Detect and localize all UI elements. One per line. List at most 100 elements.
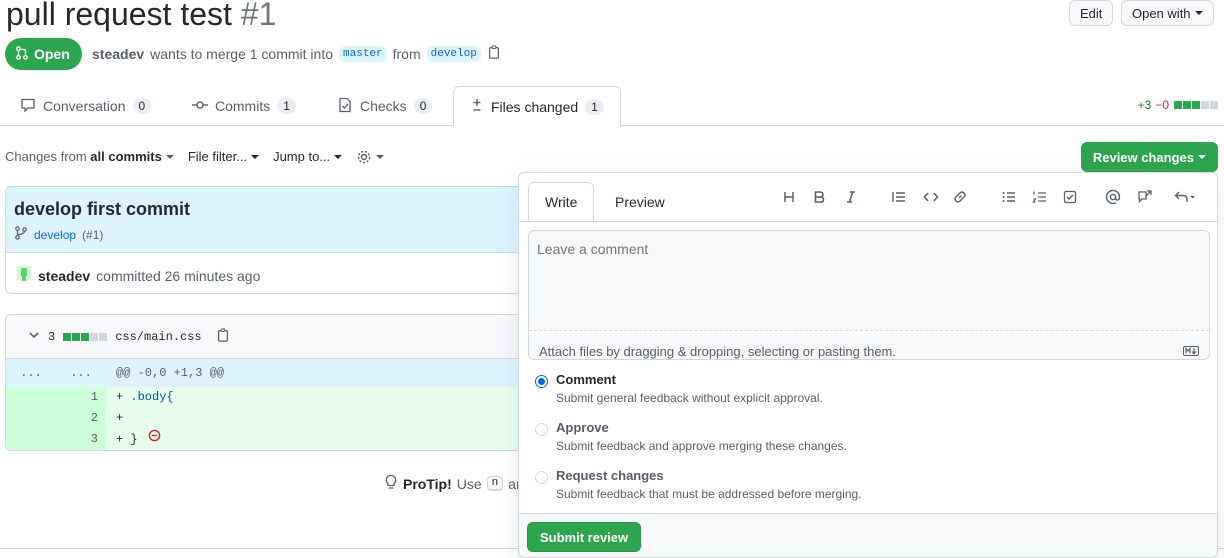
head-branch[interactable]: develop: [426, 45, 481, 62]
review-changes-label: Review changes: [1092, 149, 1194, 165]
heading-icon[interactable]: [777, 185, 801, 209]
chevron-down-icon: [1194, 11, 1203, 15]
chevron-down-icon[interactable]: [28, 329, 40, 344]
diffstat-bar: [1173, 98, 1218, 112]
new-line-number[interactable]: 1: [56, 387, 106, 408]
file-filter-label: File filter...: [187, 148, 248, 164]
commit-icon: [192, 97, 208, 116]
attach-files-bar[interactable]: Attach files by dragging & dropping, sel…: [529, 336, 1209, 359]
diffstat-deletions: −0: [1155, 98, 1169, 112]
changes-from-value: all commits: [90, 148, 162, 164]
pr-number: #1: [240, 0, 277, 32]
link-icon[interactable]: [948, 185, 972, 209]
copy-icon[interactable]: [216, 328, 230, 345]
avatar[interactable]: [16, 265, 32, 286]
commit-pr-ref[interactable]: (#1): [82, 228, 103, 242]
cross-reference-icon[interactable]: [1133, 185, 1157, 209]
protip-key: n: [486, 476, 504, 491]
review-option-request-changes[interactable]: Request changes Submit feedback that mus…: [535, 468, 862, 501]
light-bulb-icon: [384, 474, 398, 493]
chevron-down-icon: [376, 154, 385, 159]
changes-from-dropdown[interactable]: Changes from all commits: [5, 149, 174, 164]
old-line-number: [6, 408, 56, 429]
git-branch-icon: [14, 226, 28, 243]
bold-icon[interactable]: [807, 185, 831, 209]
checklist-icon: [337, 97, 353, 116]
tab-write[interactable]: Write: [528, 182, 595, 222]
tab-conversation[interactable]: Conversation 0: [20, 86, 152, 126]
author-link[interactable]: steadev: [92, 46, 144, 62]
file-diff-icon: [470, 97, 484, 116]
submit-review-button[interactable]: Submit review: [527, 522, 642, 552]
tab-files-changed-count: 1: [585, 98, 604, 115]
tab-commits[interactable]: Commits 1: [192, 86, 296, 126]
option-desc: Submit general feedback without explicit…: [556, 391, 823, 405]
option-desc: Submit feedback that must be addressed b…: [556, 487, 862, 501]
open-with-button[interactable]: Open with: [1121, 0, 1214, 26]
option-title: Comment: [556, 372, 616, 387]
edit-button-label: Edit: [1080, 5, 1103, 21]
file-path[interactable]: css/main.css: [115, 330, 201, 344]
open-with-label: Open with: [1132, 5, 1191, 21]
approve-radio[interactable]: [535, 423, 548, 436]
italic-icon[interactable]: [839, 185, 863, 209]
reply-icon[interactable]: [1169, 185, 1201, 209]
new-line-number[interactable]: 3: [56, 429, 106, 450]
diff-code-text: }: [130, 432, 138, 447]
merge-text: wants to merge 1 commit into: [150, 45, 334, 62]
chevron-down-icon: [334, 155, 343, 160]
markdown-icon[interactable]: [1183, 344, 1199, 359]
review-option-approve[interactable]: Approve Submit feedback and approve merg…: [535, 420, 847, 453]
tab-checks[interactable]: Checks 0: [337, 86, 433, 126]
commit-summary: develop first commit develop (#1) steade…: [5, 186, 545, 294]
chevron-down-icon: [1198, 155, 1206, 159]
diff-code: + .body{: [106, 387, 544, 408]
tab-preview[interactable]: Preview: [599, 182, 681, 222]
expand-up-button[interactable]: ...: [6, 366, 56, 380]
diff-line: 1 + .body{: [6, 387, 544, 408]
mention-icon[interactable]: [1101, 185, 1125, 209]
comment-radio[interactable]: [535, 375, 548, 388]
review-option-text: Comment Submit general feedback without …: [556, 372, 823, 405]
file-filter-dropdown[interactable]: File filter...: [187, 148, 260, 164]
gear-icon: [356, 148, 372, 163]
edit-button[interactable]: Edit: [1069, 0, 1114, 26]
tab-files-changed-label: Files changed: [491, 98, 579, 115]
comment-input[interactable]: [529, 231, 1209, 331]
chevron-down-icon: [251, 155, 260, 160]
protip-text: Use: [456, 475, 482, 492]
tab-files-changed[interactable]: Files changed 1: [453, 86, 621, 127]
option-title: Approve: [556, 420, 609, 435]
unordered-list-icon[interactable]: [997, 185, 1021, 209]
diff-prefix: +: [116, 432, 131, 447]
quote-icon[interactable]: [887, 185, 911, 209]
tab-conversation-count: 0: [132, 98, 152, 114]
status-badge-label: Open: [34, 46, 70, 62]
commit-author[interactable]: steadev: [38, 268, 90, 284]
request-changes-radio[interactable]: [535, 471, 548, 484]
diff-code-text: .body{: [130, 390, 174, 404]
comment-icon: [20, 97, 36, 116]
tab-checks-label: Checks: [360, 98, 407, 114]
settings-dropdown[interactable]: [356, 148, 385, 165]
review-popover: Write Preview Attach files by dragging &…: [518, 172, 1218, 558]
expand-down-button[interactable]: ...: [56, 366, 106, 380]
review-option-comment[interactable]: Comment Submit general feedback without …: [535, 372, 823, 405]
new-line-number[interactable]: 2: [56, 408, 106, 429]
commit-title: develop first commit: [14, 199, 191, 219]
commit-branch-link[interactable]: develop: [34, 228, 76, 242]
ordered-list-icon[interactable]: [1028, 185, 1052, 209]
task-list-icon[interactable]: [1058, 185, 1082, 209]
code-icon[interactable]: [919, 185, 943, 209]
tab-commits-label: Commits: [215, 98, 271, 114]
pr-title: pull request test: [6, 0, 232, 32]
copy-icon[interactable]: [487, 45, 501, 62]
diff-code: + }: [106, 429, 544, 450]
diff-line: 3 + }: [6, 429, 544, 450]
option-desc: Submit feedback and approve merging thes…: [556, 439, 847, 453]
diff-prefix: +: [116, 390, 131, 404]
review-changes-button[interactable]: Review changes: [1080, 142, 1218, 172]
base-branch[interactable]: master: [339, 45, 387, 62]
jump-to-dropdown[interactable]: Jump to...: [273, 149, 343, 164]
diffstat-additions: +3: [1137, 98, 1152, 112]
